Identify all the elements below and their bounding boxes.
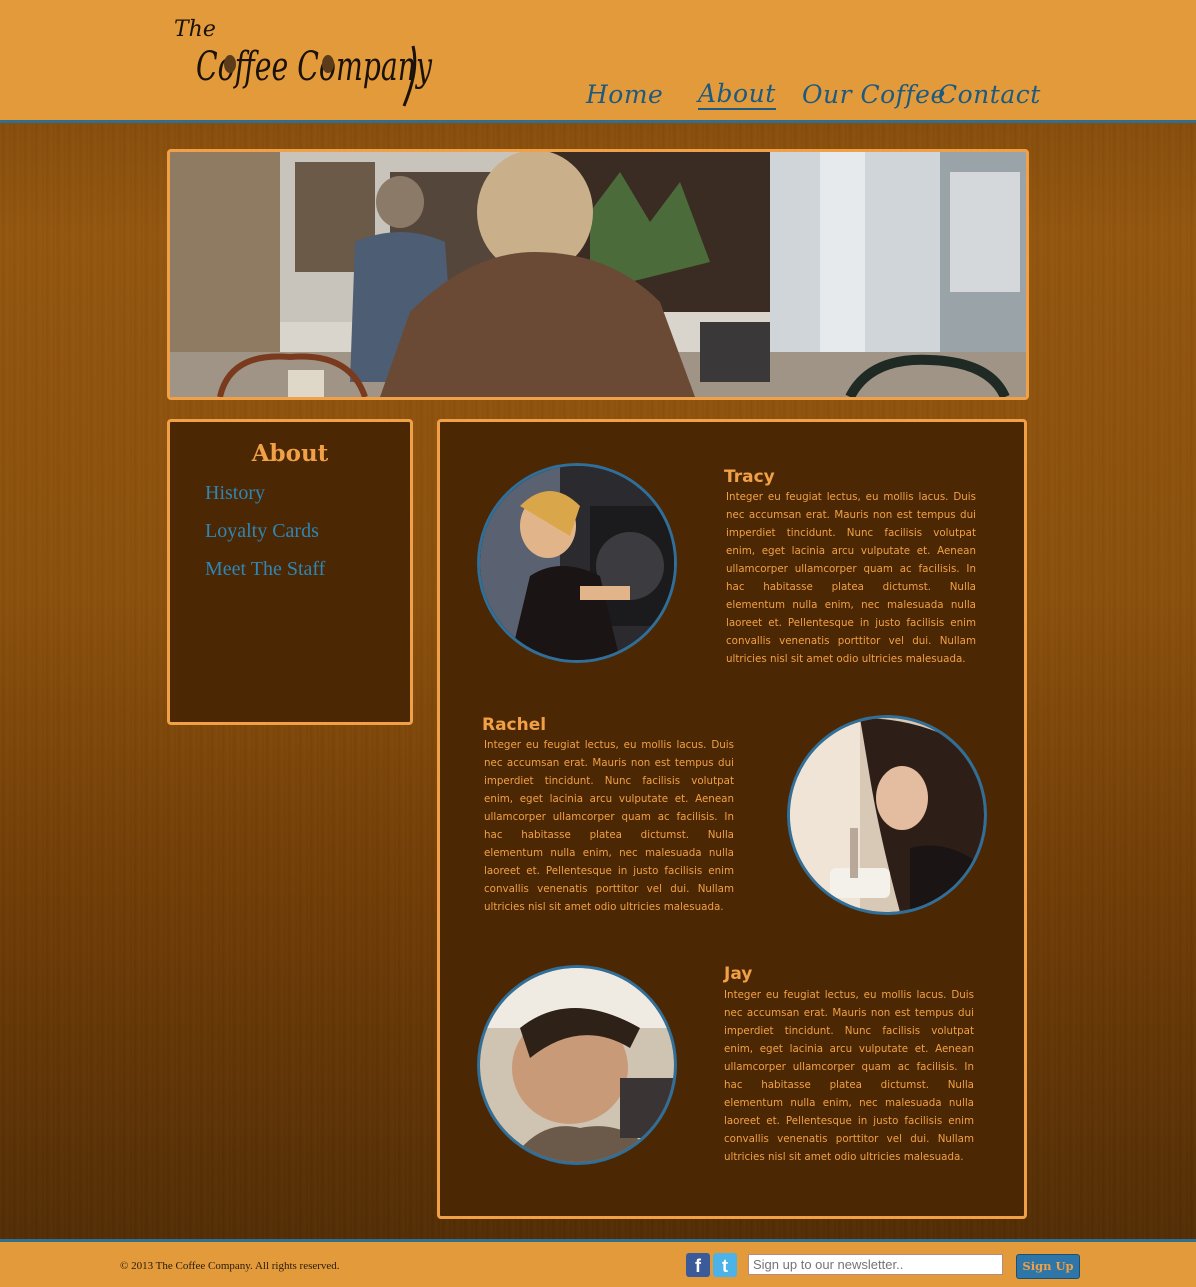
- staff-name-rachel: Rachel: [482, 715, 547, 735]
- nav-about[interactable]: About: [698, 80, 776, 110]
- nav-our-coffee[interactable]: Our Coffee: [802, 80, 946, 109]
- site-footer: © 2013 The Coffee Company. All rights re…: [0, 1239, 1196, 1287]
- nav-home[interactable]: Home: [586, 80, 663, 109]
- main-nav: Home About Our Coffee Contact: [0, 80, 1196, 114]
- hero-banner: [167, 149, 1029, 400]
- staff-content: Tracy Integer eu feugiat lectus, eu moll…: [437, 419, 1027, 1219]
- newsletter-email-input[interactable]: [748, 1254, 1003, 1275]
- jay-photo-image: [480, 968, 674, 1162]
- rachel-photo-image: [790, 718, 984, 912]
- nav-contact[interactable]: Contact: [938, 80, 1041, 109]
- sidebar-link-history[interactable]: History: [205, 482, 265, 505]
- staff-bio-jay: Integer eu feugiat lectus, eu mollis lac…: [724, 989, 974, 1163]
- sidebar-link-meet-the-staff[interactable]: Meet The Staff: [205, 558, 325, 581]
- copyright-text: © 2013 The Coffee Company. All rights re…: [120, 1260, 340, 1272]
- tracy-photo-image: [480, 466, 674, 660]
- signup-button[interactable]: Sign Up: [1016, 1254, 1080, 1279]
- facebook-icon[interactable]: f: [686, 1253, 710, 1277]
- sidebar-link-loyalty-cards[interactable]: Loyalty Cards: [205, 520, 319, 543]
- about-sidebar: About History Loyalty Cards Meet The Sta…: [167, 419, 413, 725]
- staff-photo-rachel: [787, 715, 987, 915]
- sidebar-title: About: [251, 440, 329, 467]
- twitter-icon[interactable]: t: [713, 1253, 737, 1277]
- site-header: The Coffee Company Home About Our Coffee…: [0, 0, 1196, 123]
- staff-name-tracy: Tracy: [724, 467, 775, 487]
- staff-photo-tracy: [477, 463, 677, 663]
- staff-bio-tracy: Integer eu feugiat lectus, eu mollis lac…: [726, 491, 976, 665]
- staff-photo-jay: [477, 965, 677, 1165]
- hero-cafe-image: [170, 152, 1026, 397]
- svg-text:The: The: [174, 17, 216, 42]
- staff-name-jay: Jay: [724, 964, 753, 984]
- staff-bio-rachel: Integer eu feugiat lectus, eu mollis lac…: [484, 739, 734, 913]
